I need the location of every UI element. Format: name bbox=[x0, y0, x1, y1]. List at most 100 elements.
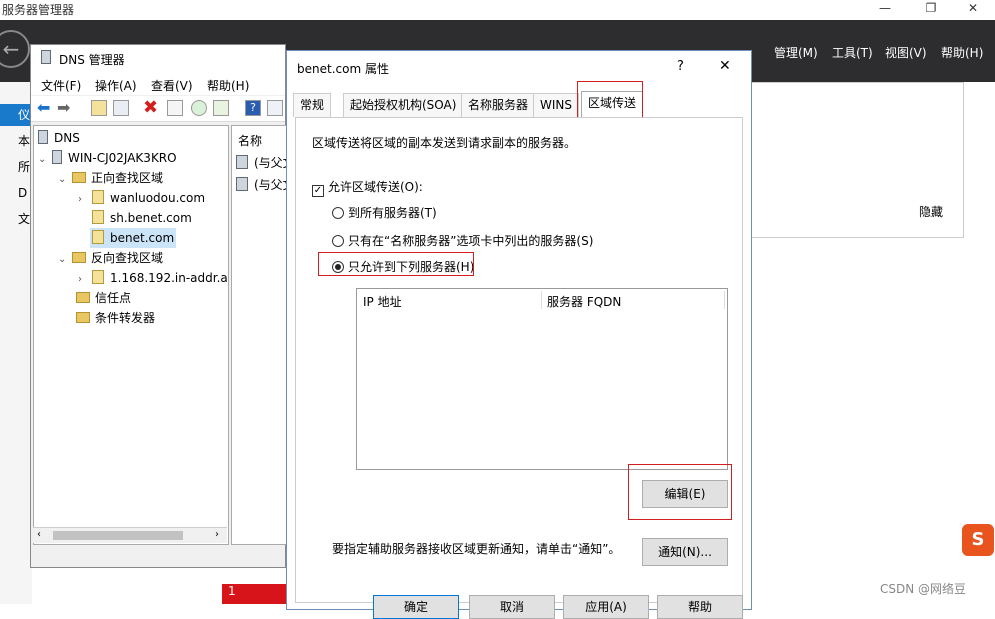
help-icon[interactable]: ? bbox=[245, 100, 261, 116]
tab-general[interactable]: 常规 bbox=[293, 93, 332, 117]
apply-button[interactable]: 应用(A) bbox=[563, 595, 649, 619]
dns-toolbar: ⬅ ➡ ✖ ? bbox=[31, 96, 285, 122]
tile-number: 1 bbox=[228, 584, 236, 598]
server-manager-sidebar: 仪 本 所 D 文 bbox=[0, 82, 32, 604]
tree-node-forwarders[interactable]: 条件转发器 bbox=[76, 308, 155, 328]
sidebar-item-dashboard[interactable]: 仪 bbox=[0, 104, 32, 126]
dns-menu-action[interactable]: 操作(A) bbox=[95, 77, 137, 94]
sogou-ime-icon[interactable]: S bbox=[962, 524, 994, 556]
menu-help[interactable]: 帮助(H) bbox=[941, 44, 983, 61]
zone-icon bbox=[92, 270, 104, 284]
dns-title: DNS 管理器 bbox=[59, 53, 125, 67]
folder-icon bbox=[72, 252, 86, 263]
export-icon[interactable] bbox=[213, 100, 229, 116]
radio-icon[interactable] bbox=[332, 207, 344, 219]
radio-name-servers[interactable]: 只有在“名称服务器”选项卡中列出的服务器(S) bbox=[332, 232, 593, 249]
column-header-name[interactable]: 名称 bbox=[238, 132, 262, 149]
delete-icon[interactable]: ✖ bbox=[143, 97, 158, 118]
sidebar-item-files[interactable]: 文 bbox=[0, 208, 32, 230]
tree-node-trust[interactable]: 信任点 bbox=[76, 288, 131, 308]
column-divider bbox=[541, 291, 542, 309]
server-icon bbox=[52, 150, 62, 164]
dns-menu-help[interactable]: 帮助(H) bbox=[207, 77, 249, 94]
radio-icon[interactable] bbox=[332, 235, 344, 247]
tree-horizontal-scrollbar[interactable]: ‹ › bbox=[33, 527, 227, 543]
server-manager-titlebar: 服务器管理器 — ❐ ✕ bbox=[0, 0, 995, 20]
window-title: 服务器管理器 bbox=[2, 3, 75, 17]
list-item[interactable]: (与父文 bbox=[236, 154, 286, 171]
checkbox-checked-icon[interactable]: ✓ bbox=[312, 185, 324, 197]
dialog-close-button[interactable]: ✕ bbox=[719, 58, 731, 74]
hide-link[interactable]: 隐藏 bbox=[919, 203, 943, 220]
list-item[interactable]: (与父文 bbox=[236, 176, 286, 193]
notify-description: 要指定辅助服务器接收区域更新通知，请单击“通知”。 bbox=[332, 542, 621, 556]
sidebar-item-all[interactable]: 所 bbox=[0, 156, 32, 178]
sidebar-item-dns[interactable]: D bbox=[0, 182, 32, 204]
dialog-titlebar: benet.com 属性 ? ✕ bbox=[287, 51, 751, 85]
dialog-title: benet.com 属性 bbox=[297, 62, 389, 76]
menu-manage[interactable]: 管理(M) bbox=[774, 44, 818, 61]
help-button[interactable]: ? bbox=[677, 59, 684, 74]
highlight-box-edit bbox=[628, 464, 732, 520]
refresh-icon[interactable] bbox=[191, 100, 207, 116]
expand-arrow-icon[interactable]: ⌄ bbox=[58, 170, 68, 190]
tree-node-forward[interactable]: ⌄ 正向查找区域 bbox=[58, 168, 163, 188]
notify-button[interactable]: 通知(N)... bbox=[642, 538, 728, 566]
dns-menu-file[interactable]: 文件(F) bbox=[41, 77, 81, 94]
scroll-right-icon[interactable]: › bbox=[215, 529, 219, 540]
tree-node-server[interactable]: ⌄ WIN-CJ02JAK3KRO bbox=[38, 148, 177, 168]
scroll-thumb[interactable] bbox=[53, 531, 183, 540]
record-icon bbox=[236, 177, 248, 191]
tree-node-zone[interactable]: sh.benet.com bbox=[92, 208, 192, 228]
tree-node-zone[interactable]: › wanluodou.com bbox=[78, 188, 205, 208]
dns-menubar: 文件(F) 操作(A) 查看(V) 帮助(H) bbox=[31, 73, 285, 95]
watermark-text: CSDN @网络豆 bbox=[880, 582, 967, 596]
dns-titlebar: DNS 管理器 bbox=[31, 45, 285, 73]
server-manager-content-panel: 隐藏 bbox=[750, 82, 964, 238]
console-icon[interactable] bbox=[267, 100, 283, 116]
tree-node-reverse-zone[interactable]: › 1.168.192.in-addr.a bbox=[78, 268, 228, 288]
show-tree-icon[interactable] bbox=[113, 100, 129, 116]
red-tile: 1 bbox=[222, 584, 286, 604]
minimize-button[interactable]: — bbox=[862, 0, 908, 18]
tab-content: 区域传送将区域的副本发送到请求副本的服务器。 ✓ 允许区域传送(O): 到所有服务… bbox=[295, 117, 743, 603]
column-header-fqdn[interactable]: 服务器 FQDN bbox=[547, 293, 621, 310]
forward-arrow-icon[interactable]: ➡ bbox=[57, 98, 70, 117]
server-list[interactable]: IP 地址 服务器 FQDN bbox=[356, 288, 728, 470]
zone-properties-dialog: benet.com 属性 ? ✕ 常规 起始授权机构(SOA) 名称服务器 WI… bbox=[286, 50, 752, 619]
sidebar-item-local[interactable]: 本 bbox=[0, 130, 32, 152]
collapse-arrow-icon[interactable]: › bbox=[78, 190, 88, 210]
tree-node-zone-selected[interactable]: benet.com bbox=[90, 228, 177, 248]
scroll-left-icon[interactable]: ‹ bbox=[37, 529, 41, 540]
dns-manager-window: DNS 管理器 文件(F) 操作(A) 查看(V) 帮助(H) ⬅ ➡ ✖ ? … bbox=[30, 44, 287, 568]
allow-transfer-checkbox[interactable]: ✓ 允许区域传送(O): bbox=[312, 178, 423, 197]
cancel-button[interactable]: 取消 bbox=[469, 595, 555, 619]
expand-arrow-icon[interactable]: ⌄ bbox=[58, 250, 68, 270]
dns-icon bbox=[41, 50, 51, 64]
dialog-help-button[interactable]: 帮助 bbox=[657, 595, 743, 619]
zone-icon bbox=[92, 230, 104, 244]
dns-tree: DNS ⌄ WIN-CJ02JAK3KRO ⌄ 正向查找区域 › wanluodou.… bbox=[33, 125, 229, 545]
column-header-ip[interactable]: IP 地址 bbox=[363, 293, 402, 310]
tab-name-servers[interactable]: 名称服务器 bbox=[461, 93, 536, 117]
dns-record-list: 名称 (与父文 (与父文 bbox=[231, 125, 287, 545]
properties-icon[interactable] bbox=[167, 100, 183, 116]
tree-node-reverse[interactable]: ⌄ 反向查找区域 bbox=[58, 248, 163, 268]
close-window-button[interactable]: ✕ bbox=[950, 0, 995, 18]
ok-button[interactable]: 确定 bbox=[373, 595, 459, 619]
maximize-button[interactable]: ❐ bbox=[908, 0, 954, 18]
collapse-arrow-icon[interactable]: › bbox=[78, 270, 88, 290]
up-folder-icon[interactable] bbox=[91, 100, 107, 116]
tree-node-dns[interactable]: DNS bbox=[38, 128, 80, 148]
back-arrow-icon[interactable]: ⬅ bbox=[37, 98, 50, 117]
dns-menu-view[interactable]: 查看(V) bbox=[151, 77, 193, 94]
column-divider bbox=[724, 291, 725, 309]
tab-wins[interactable]: WINS bbox=[533, 93, 579, 117]
menu-tools[interactable]: 工具(T) bbox=[832, 44, 873, 61]
dns-root-icon bbox=[38, 130, 48, 144]
tab-soa[interactable]: 起始授权机构(SOA) bbox=[343, 93, 464, 117]
folder-icon bbox=[76, 292, 90, 303]
radio-all-servers[interactable]: 到所有服务器(T) bbox=[332, 204, 437, 221]
expand-arrow-icon[interactable]: ⌄ bbox=[38, 150, 48, 170]
menu-view[interactable]: 视图(V) bbox=[885, 44, 927, 61]
